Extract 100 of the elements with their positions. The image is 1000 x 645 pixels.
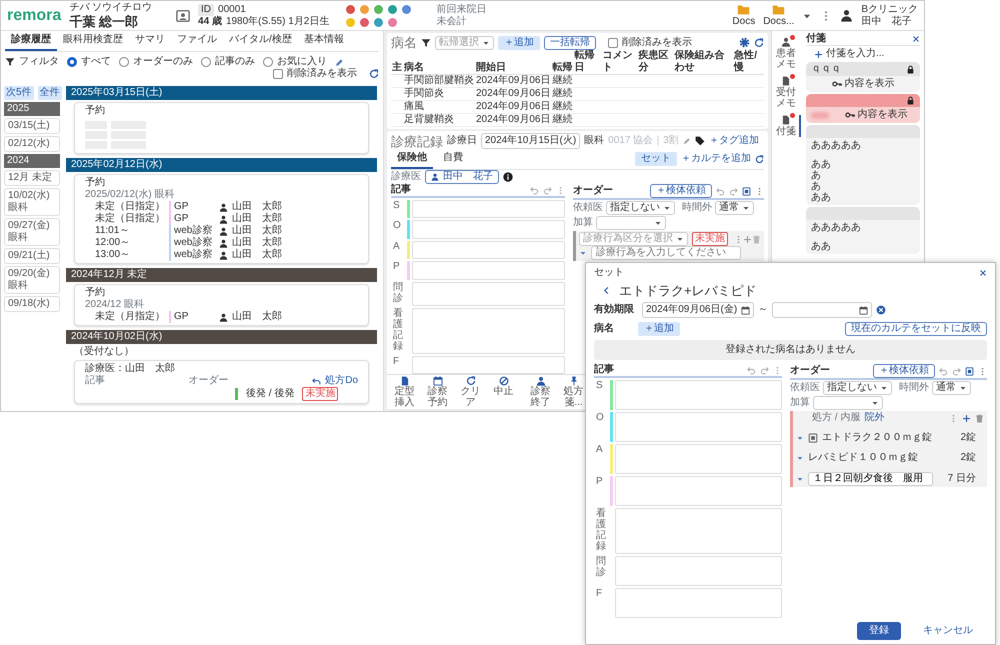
toolbar-button[interactable]: 診察終了	[526, 376, 555, 408]
note-text: ああ	[811, 159, 832, 170]
toolbar-button[interactable]: 中止	[489, 376, 518, 408]
tab[interactable]: ファイル	[171, 31, 223, 51]
toolbar-button[interactable]: 処方箋...	[559, 376, 588, 408]
section-label: F	[596, 588, 604, 601]
doctor-dropdown[interactable]: 指定しない	[823, 381, 892, 395]
card-heading: 予約	[85, 287, 106, 299]
field-label: 有効期限	[594, 304, 634, 316]
empty-message: 登録された病名はありません	[594, 340, 987, 360]
tilde-text: ～	[758, 304, 768, 316]
add-button[interactable]: ＋追加	[498, 36, 540, 50]
note-text: あ	[811, 170, 822, 181]
note-title: ｑｑｑ	[811, 63, 841, 75]
date-item[interactable]: 09/20(金) 眼科	[4, 266, 60, 294]
time-text: 未定（日指定）	[95, 201, 166, 212]
tab[interactable]: 自費	[437, 149, 469, 169]
add-button[interactable]: ＋追加	[638, 322, 680, 336]
date-item[interactable]: 09/18(水)	[4, 296, 60, 312]
visit-type: web診察	[169, 249, 219, 261]
doctor-dropdown[interactable]: 指定しない	[606, 201, 675, 215]
page-button[interactable]: 全件	[38, 86, 62, 100]
apply-button[interactable]: 現在のカルテをセットに反映	[845, 322, 987, 336]
date-item[interactable]: 02/12(水)	[4, 136, 60, 152]
section-label: S	[393, 200, 401, 213]
tab[interactable]: サマリ	[129, 31, 171, 51]
add-note-button[interactable]: 付箋を入力...	[814, 48, 884, 60]
section-label: 看護記録	[596, 508, 606, 554]
show-content-button[interactable]: 内容を表示	[832, 78, 894, 90]
tab[interactable]: 保険他	[391, 149, 433, 169]
bulk-outcome-button[interactable]: 一括転帰	[544, 36, 596, 50]
date-field[interactable]: 2024年10月15日(火)	[481, 133, 580, 149]
submit-button[interactable]: 登録	[857, 622, 901, 640]
doctor-name: 山田 太郎	[232, 213, 282, 224]
date-item[interactable]: 12月 未定	[4, 170, 60, 186]
column-header: 保険組み合わせ	[673, 50, 734, 74]
time-dropdown[interactable]: 通常	[715, 201, 754, 215]
docs-label: Docs	[732, 16, 756, 28]
clinic-name: Bクリニック	[861, 4, 918, 16]
time-text: 11:01～	[95, 225, 130, 237]
date-field[interactable]: 2024年09月06日(金)	[642, 302, 754, 318]
add-karte-link[interactable]: ＋カルテを追加	[681, 153, 751, 165]
add-tag-link[interactable]: ＋タグ追加	[708, 135, 759, 147]
section-label: A	[596, 444, 604, 457]
field-label: 診療医	[391, 171, 421, 183]
toolbar-button[interactable]: 診察予約	[423, 376, 452, 408]
show-content-button[interactable]: 内容を表示	[844, 109, 908, 121]
set-button[interactable]: セット	[635, 152, 677, 166]
patient-kana: チバ ソウイチロウ	[69, 2, 152, 14]
table-cell: 継続	[552, 100, 574, 114]
field-label: 診療日	[447, 135, 477, 147]
time-dropdown[interactable]: 通常	[932, 381, 971, 395]
date-item[interactable]: 10/02(水) 眼科	[4, 188, 60, 216]
date-item[interactable]: 09/21(土)	[4, 248, 60, 264]
status-badge: 未実施	[302, 387, 338, 401]
placeholder-text: 転帰選択	[439, 36, 479, 48]
section-label: P	[393, 261, 401, 274]
section-title: オーダー	[573, 185, 613, 197]
side-tab[interactable]: 受付メモ	[773, 76, 801, 109]
side-tab[interactable]: 付箋	[773, 115, 801, 137]
toolbar-button[interactable]: クリア	[456, 376, 485, 408]
table-cell: 痛風	[403, 100, 475, 114]
year-header: 2024	[4, 154, 60, 168]
note-text: あ	[811, 181, 822, 192]
field-label: 時間外	[682, 202, 712, 214]
department-text: 眼科	[584, 135, 604, 147]
prescription-do-link[interactable]: 処方Do	[325, 375, 358, 387]
toolbar-button[interactable]: 定型挿入	[390, 376, 419, 408]
doctor-chip[interactable]: 田中 花子	[425, 170, 499, 184]
column-header: 転帰日	[574, 50, 602, 74]
tab[interactable]: 診療履歴	[5, 31, 57, 51]
field-label: 加算	[790, 397, 810, 409]
visit-type: GP	[169, 311, 219, 323]
place-link[interactable]: 院外	[864, 412, 884, 424]
input-field[interactable]: １日２回朝夕食後 服用	[808, 472, 933, 486]
cancel-button[interactable]: キャンセル	[917, 624, 979, 638]
section-title: 記事	[594, 364, 614, 376]
date-item[interactable]: 03/15(土)	[4, 118, 60, 134]
tab[interactable]: バイタル/検歴	[223, 31, 298, 51]
doctor-name: 山田 太郎	[232, 225, 282, 236]
drug-name: レバミピド１００ｍｇ錠	[808, 452, 918, 464]
side-tab[interactable]: 患者メモ	[773, 37, 801, 70]
field-label: 時間外	[899, 382, 929, 394]
tab[interactable]: 基本情報	[298, 31, 350, 51]
docs-label: Docs...	[763, 16, 794, 28]
tab[interactable]: 眼科用検査歴	[57, 31, 129, 51]
specimen-button[interactable]: ＋検体依頼	[873, 364, 935, 378]
specimen-button[interactable]: ＋検体依頼	[650, 184, 712, 198]
date-item[interactable]: 09/27(金) 眼科	[4, 218, 60, 246]
doctor-name: 山田 太郎	[232, 311, 282, 323]
section-label: F	[393, 356, 400, 369]
table-cell: 継続	[552, 114, 574, 126]
patient-id: 00001	[218, 4, 246, 16]
radio-label: オーダーのみ	[133, 56, 193, 68]
panel-title: 病名	[391, 35, 417, 50]
page-button[interactable]: 次5件	[4, 86, 34, 100]
card-heading: 予約	[85, 105, 106, 117]
time-text: 12:00～	[95, 237, 132, 249]
visit-type: web診察	[169, 237, 219, 249]
account-label: 未会計	[436, 16, 468, 28]
